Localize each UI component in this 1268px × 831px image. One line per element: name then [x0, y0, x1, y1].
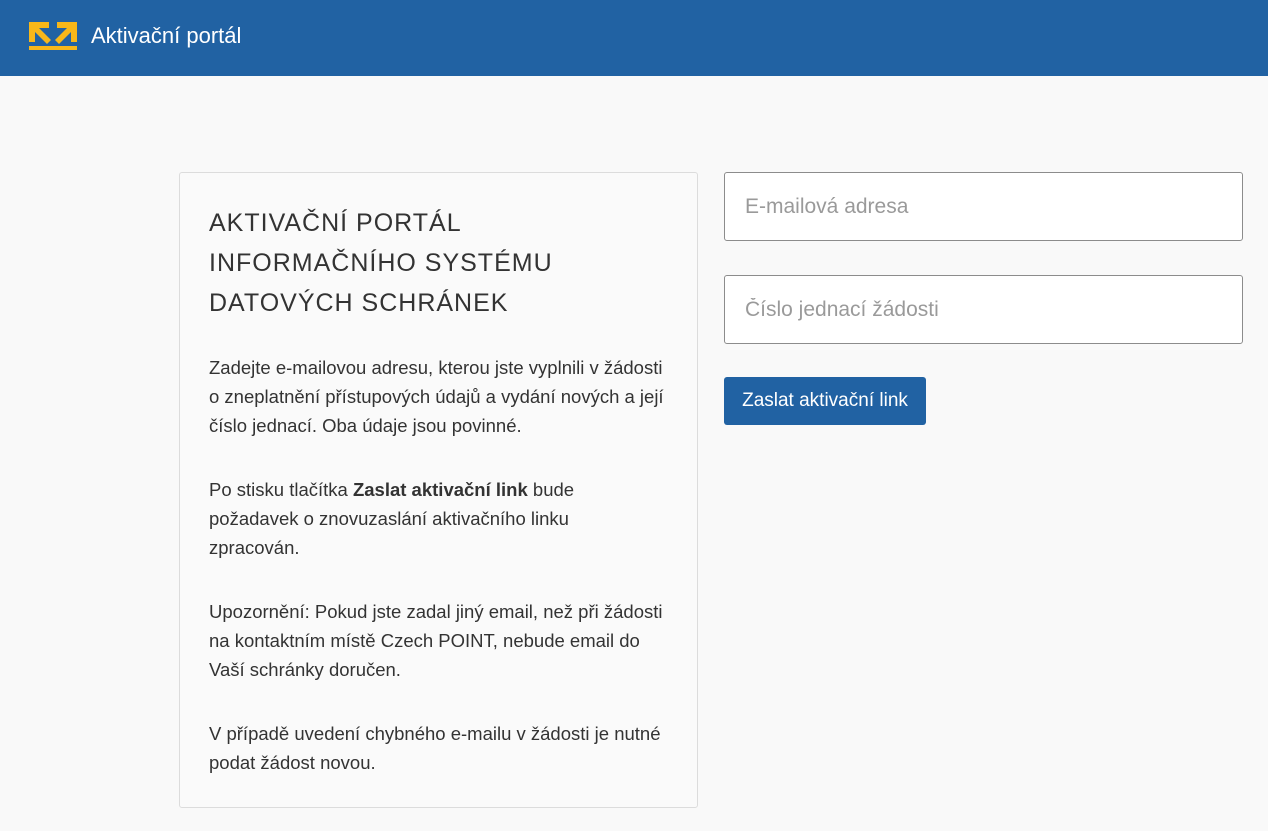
- email-field[interactable]: [724, 172, 1243, 241]
- reference-number-field[interactable]: [724, 275, 1243, 344]
- info-card: AKTIVAČNÍ PORTÁL INFORMAČNÍHO SYSTÉMU DA…: [179, 172, 698, 808]
- warning-paragraph: Upozornění: Pokud jste zadal jiný email,…: [209, 601, 663, 680]
- submit-info-paragraph: Po stisku tlačítka Zaslat aktivační link…: [209, 475, 664, 562]
- send-activation-link-button[interactable]: Zaslat aktivační link: [724, 377, 926, 425]
- error-info-paragraph: V případě uvedení chybného e-mailu v žád…: [209, 723, 661, 773]
- submit-info-button-name: Zaslat aktivační link: [352, 479, 528, 500]
- submit-info-prefix: Po stisku tlačítka: [209, 479, 353, 500]
- page-title: AKTIVAČNÍ PORTÁL INFORMAČNÍHO SYSTÉMU DA…: [209, 209, 553, 317]
- instructions-paragraph: Zadejte e-mailovou adresu, kterou jste v…: [209, 357, 664, 436]
- app-title: Aktivační portál: [91, 23, 242, 48]
- arrows-logo-icon[interactable]: [27, 20, 79, 52]
- top-bar: Aktivační portál: [0, 0, 1268, 76]
